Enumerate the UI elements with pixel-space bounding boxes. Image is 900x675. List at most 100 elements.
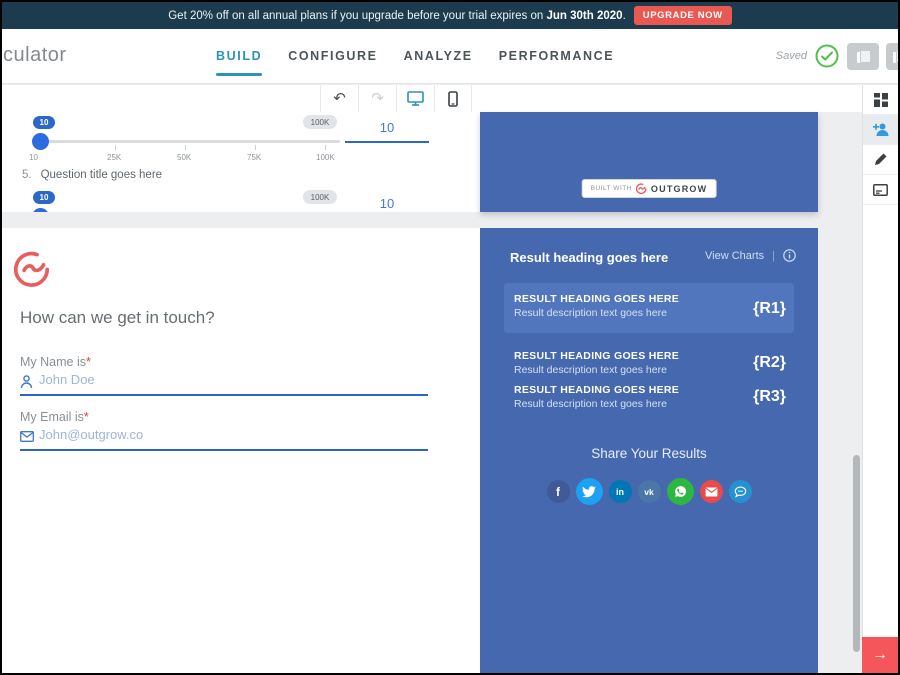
result-row-r2: RESULT HEADING GOES HERE Result descript… xyxy=(514,350,679,376)
vertical-scrollbar[interactable] xyxy=(853,455,860,652)
tab-analyze[interactable]: ANALYZE xyxy=(404,29,473,83)
promo-date: Jun 30th 2020 xyxy=(547,10,623,22)
tab-performance[interactable]: PERFORMANCE xyxy=(499,29,615,83)
email-icon xyxy=(705,487,718,497)
outgrow-logo xyxy=(13,250,50,287)
outgrow-logo-icon xyxy=(636,183,647,194)
result-row-r3: RESULT HEADING GOES HERE Result descript… xyxy=(514,384,679,410)
undo-button[interactable]: ↶ xyxy=(320,85,358,112)
sidebar-item-layout[interactable] xyxy=(863,85,898,115)
result-heading: RESULT HEADING GOES HERE xyxy=(514,384,679,396)
undo-icon: ↶ xyxy=(333,91,346,106)
name-input[interactable] xyxy=(39,372,259,387)
slider1-knob[interactable] xyxy=(32,133,49,150)
built-with-outgrow-badge[interactable]: BUILT WITH OUTGROW xyxy=(582,179,717,198)
upgrade-now-button[interactable]: UPGRADE NOW xyxy=(634,6,732,25)
next-button[interactable]: → xyxy=(862,637,898,673)
name-underline xyxy=(20,394,428,396)
tick xyxy=(325,145,326,150)
chat-icon xyxy=(734,486,747,498)
results-panel: Result heading goes here View Charts | R… xyxy=(480,228,818,673)
slider1-track[interactable] xyxy=(40,140,340,143)
vk-share-button[interactable]: vk xyxy=(638,480,661,503)
form-heading: How can we get in touch? xyxy=(20,308,215,328)
slider1-min-pill: 10 xyxy=(33,116,55,129)
result-description: Result description text goes here xyxy=(514,398,679,410)
results-heading: Result heading goes here xyxy=(510,250,668,265)
save-status: Saved xyxy=(776,29,898,83)
preview-toolbar: ↶ ↷ xyxy=(2,85,862,112)
more-button[interactable] xyxy=(886,43,898,70)
tick xyxy=(185,145,186,150)
promo-banner: Get 20% off on all annual plans if you u… xyxy=(2,2,898,29)
app-window: Get 20% off on all annual plans if you u… xyxy=(2,2,898,673)
tab-configure[interactable]: CONFIGURE xyxy=(288,29,377,83)
tick-label: 50K xyxy=(177,153,191,162)
question-number: 5. xyxy=(22,169,32,181)
slider2-max-pill: 100K xyxy=(303,190,337,204)
arrow-right-icon: → xyxy=(872,646,888,664)
linkedin-icon: in xyxy=(616,487,624,497)
chat-share-button[interactable] xyxy=(729,480,752,503)
divider: | xyxy=(772,250,775,262)
email-share-button[interactable] xyxy=(700,480,723,503)
result-token-r2: {R2} xyxy=(753,354,786,372)
copy-icon xyxy=(857,50,870,63)
outgrow-brand-label: OUTGROW xyxy=(651,184,707,194)
facebook-icon: f xyxy=(556,485,560,499)
question-title: 5.Question title goes here xyxy=(22,169,162,181)
result-description: Result description text goes here xyxy=(514,364,679,376)
duplicate-button[interactable] xyxy=(847,43,879,70)
tick xyxy=(115,145,116,150)
email-input[interactable] xyxy=(39,427,259,442)
desktop-view-button[interactable] xyxy=(396,85,434,112)
whatsapp-share-button[interactable] xyxy=(667,478,694,505)
view-charts-link[interactable]: View Charts xyxy=(705,250,764,262)
main-nav: BUILD CONFIGURE ANALYZE PERFORMANCE xyxy=(216,29,614,83)
linkedin-share-button[interactable]: in xyxy=(609,480,632,503)
redo-icon: ↷ xyxy=(371,91,384,106)
tick-label: 25K xyxy=(107,153,121,162)
built-with-label: BUILT WITH xyxy=(591,185,632,192)
twitter-share-button[interactable] xyxy=(576,478,603,505)
envelope-icon xyxy=(20,431,34,442)
sidebar-item-edit[interactable] xyxy=(863,145,898,175)
facebook-share-button[interactable]: f xyxy=(547,480,570,503)
email-underline xyxy=(20,449,428,451)
saved-label: Saved xyxy=(776,50,807,62)
add-user-icon xyxy=(873,123,889,136)
pencil-icon xyxy=(874,153,887,166)
slider1-value-input[interactable]: 10 xyxy=(345,120,429,135)
whatsapp-icon xyxy=(674,485,687,498)
result-card-r1: RESULT HEADING GOES HERE Result descript… xyxy=(504,283,794,333)
email-label: My Email is* xyxy=(20,410,89,424)
sidebar-item-leads[interactable] xyxy=(863,115,898,145)
tab-build[interactable]: BUILD xyxy=(216,29,262,83)
calculator-preview-questions: 10 100K 10 25K 50K 75K 100K 10 5.Questio… xyxy=(2,112,480,212)
twitter-icon xyxy=(582,486,596,498)
result-heading: RESULT HEADING GOES HERE xyxy=(514,350,679,362)
lead-form-panel: How can we get in touch? My Name is* My … xyxy=(2,228,480,673)
mobile-view-button[interactable] xyxy=(434,85,472,112)
result-token-r3: {R3} xyxy=(753,388,786,406)
slider2-value-input[interactable]: 10 xyxy=(345,196,429,211)
redo-button[interactable]: ↷ xyxy=(358,85,396,112)
slider2-knob[interactable] xyxy=(32,208,49,212)
slider1-max-pill: 100K xyxy=(303,115,337,129)
sidebar-item-form-fields[interactable] xyxy=(863,175,898,205)
info-icon[interactable] xyxy=(783,249,796,262)
calculator-preview-results: BUILT WITH OUTGROW xyxy=(480,112,818,212)
card-icon xyxy=(873,184,888,196)
vk-icon: vk xyxy=(644,487,653,497)
mobile-icon xyxy=(448,91,458,107)
tick-label: 100K xyxy=(316,153,335,162)
person-icon xyxy=(20,375,33,389)
saved-check-icon xyxy=(815,44,839,68)
promo-text: Get 20% off on all annual plans if you u… xyxy=(168,10,626,22)
doc-icon xyxy=(893,50,899,63)
grid-icon xyxy=(874,93,888,107)
result-heading: RESULT HEADING GOES HERE xyxy=(514,293,679,305)
tick-label: 10 xyxy=(29,153,38,162)
desktop-icon xyxy=(407,91,424,106)
required-asterisk: * xyxy=(86,355,91,369)
